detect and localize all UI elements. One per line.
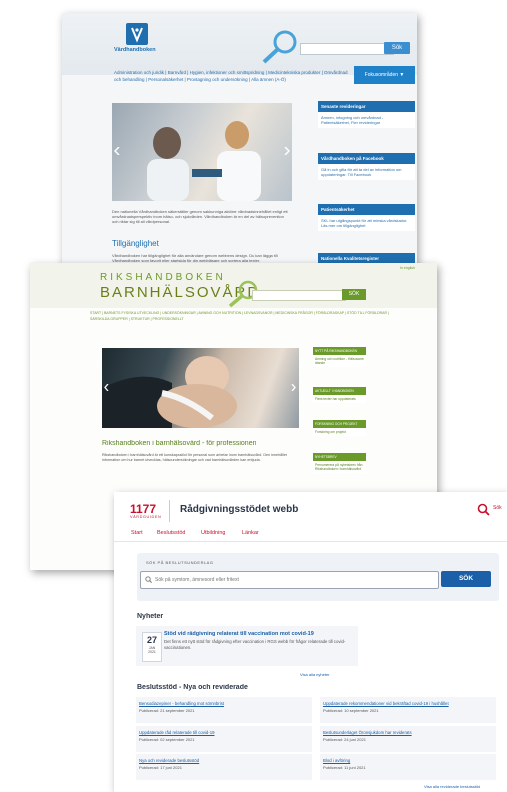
nav-divider (114, 541, 507, 542)
news-day: 27 (146, 635, 157, 645)
carousel-next-icon[interactable] (284, 147, 290, 155)
vardhandboken-logo[interactable] (126, 23, 148, 45)
news-description: Det finns ett nytt stöd för rådgivning e… (164, 639, 346, 650)
search-button[interactable]: Sök (384, 42, 410, 54)
vardhandboken-screenshot: Vårdhandboken Sök Administration och jur… (62, 13, 417, 303)
card-date: Publicerad: 11 juni 2021 (323, 765, 366, 770)
panel-text[interactable]: Ämnen, infogning och omvårdnad - Patient… (318, 112, 415, 128)
logo-divider (169, 500, 170, 522)
panel-text[interactable]: Forskning om projekt (313, 428, 366, 436)
decision-card[interactable]: Bensodiazepiner - behandling mot sömnbri… (136, 697, 312, 723)
panel-title: FORSKNING OCH PROJEKT (313, 420, 366, 428)
search-input[interactable]: Sök på symtom, ämnesord eller fritext (140, 571, 439, 589)
focus-areas-button[interactable]: Fokusområden ▼ (354, 66, 415, 84)
news-title[interactable]: Stöd vid rådgivning relaterat till vacci… (164, 631, 314, 637)
brand-top: RIKSHANDBOKEN (100, 272, 226, 283)
news-heading: Nyheter (137, 613, 164, 620)
panel-text[interactable]: Prenumerera på nyhetsbrev från Rikshandb… (313, 461, 366, 473)
search-label: SÖK PÅ BESLUTSUNDERLAG (146, 560, 214, 565)
decisions-heading: Beslutsstöd - Nya och reviderade (137, 684, 248, 691)
search-icon[interactable] (477, 503, 490, 516)
search-input[interactable] (252, 290, 346, 301)
search-icon (145, 576, 152, 583)
all-news-link[interactable]: Visa alla nyheter (300, 672, 330, 677)
panel-text[interactable]: Gå in och gilla för att ta del av inform… (318, 164, 415, 180)
news-year: 2021 (148, 650, 156, 654)
all-decisions-link[interactable]: Visa alla reviderade beslutsstöd (424, 784, 480, 789)
body-text: Vårdhandboken har tillgänglighet för all… (112, 253, 278, 264)
panel-title: Patientsäkerhet (318, 204, 415, 215)
card-title[interactable]: Uppdaterade rekommendationer vid bekräft… (323, 701, 449, 706)
decision-card[interactable]: Beslutsunderlaget Öronsjukdom har revide… (320, 726, 496, 752)
search-icon (262, 30, 297, 64)
search-button[interactable]: SÖK (441, 571, 491, 587)
page-heading: Rikshandboken i barnhälsovård - för prof… (102, 440, 257, 447)
decision-card[interactable]: Blod i avföring Publicerad: 11 juni 2021 (320, 754, 496, 780)
panel-title: Vårdhandboken på Facebook (318, 153, 415, 164)
card-title[interactable]: Bensodiazepiner - behandling mot sömnbri… (139, 701, 224, 706)
card-title[interactable]: Blod i avföring (323, 758, 350, 763)
decision-card[interactable]: Uppdaterade råd relaterade till covid-19… (136, 726, 312, 752)
nav-utbildning[interactable]: Utbildning (201, 530, 225, 536)
card-title[interactable]: Beslutsunderlaget Öronsjukdom har revide… (323, 730, 412, 735)
nav-start[interactable]: Start (131, 530, 143, 536)
card-date: Publicerad: 10 september 2021 (323, 708, 379, 713)
card-date: Publicerad: 21 september 2021 (139, 708, 195, 713)
radgivning-screenshot: 1177 VÅRDGUIDEN Rådgivningsstödet webb S… (114, 492, 507, 792)
hero-image (112, 103, 292, 201)
panel-current[interactable]: AKTUELLT I HANDBOKEN Flera texter har up… (313, 387, 366, 404)
panel-text[interactable]: Flera texter har uppdaterats (313, 395, 366, 403)
decision-card[interactable]: Uppdaterade rekommendationer vid bekräft… (320, 697, 496, 723)
body-text: Rikshandboken i barnhälsovård är ett kun… (102, 453, 288, 462)
search-link[interactable]: Sök (493, 505, 502, 511)
nav-lankar[interactable]: Länkar (242, 530, 259, 536)
main-nav[interactable]: Administration och juridik | Barnvård | … (114, 69, 349, 83)
accessibility-heading: Tillgänglighet (112, 239, 159, 248)
panel-research[interactable]: FORSKNING OCH PROJEKT Forskning om proje… (313, 420, 366, 437)
panel-newsletter[interactable]: NYHETSBREV Prenumerera på nyhetsbrev frå… (313, 453, 366, 474)
site-title: Rådgivningsstödet webb (180, 504, 299, 515)
panel-facebook[interactable]: Vårdhandboken på Facebook Gå in och gill… (318, 153, 415, 180)
carousel-prev-icon[interactable] (104, 384, 109, 391)
panel-text[interactable]: SKL har utgångspunkt för att minska vård… (318, 215, 415, 231)
news-date: 27 JAN 2021 (142, 632, 162, 662)
carousel-prev-icon[interactable] (114, 147, 120, 155)
card-title[interactable]: Nya och reviderade beslutsstöd (139, 758, 199, 763)
card-title[interactable]: Uppdaterade råd relaterade till covid-19 (139, 730, 214, 735)
panel-title: Senaste revideringar (318, 101, 415, 112)
card-date: Publicerad: 02 september 2021 (139, 737, 195, 742)
panel-title: NYHETSBREV (313, 453, 366, 461)
panel-title: AKTUELLT I HANDBOKEN (313, 387, 366, 395)
nav-beslutsstod[interactable]: Beslutsstöd (157, 530, 185, 536)
logo-text: Vårdhandboken (114, 47, 156, 53)
search-button[interactable]: SÖK (342, 289, 366, 300)
english-link[interactable]: In english (400, 266, 415, 270)
logo-1177[interactable]: 1177 (130, 502, 156, 516)
panel-latest-revisions[interactable]: Senaste revideringar Ämnen, infogning oc… (318, 101, 415, 128)
search-input[interactable] (300, 43, 394, 55)
card-date: Publicerad: 17 juni 2021 (139, 765, 182, 770)
hero-image (102, 348, 299, 428)
carousel-next-icon[interactable] (291, 384, 296, 391)
panel-patient-safety[interactable]: Patientsäkerhet SKL har utgångspunkt för… (318, 204, 415, 231)
panel-text[interactable]: Amning och nutrition - Hälsosamt ätande (313, 355, 366, 367)
panel-news[interactable]: NYTT PÅ RIKSHANDBOKEN Amning och nutriti… (313, 347, 366, 368)
search-placeholder: Sök på symtom, ämnesord eller fritext (155, 577, 239, 583)
card-date: Publicerad: 24 juni 2021 (323, 737, 366, 742)
intro-text: Den nationella Vårdhandboken säkerställe… (112, 209, 288, 225)
logo-vardguiden: VÅRDGUIDEN (130, 515, 162, 519)
panel-title: NYTT PÅ RIKSHANDBOKEN (313, 347, 366, 355)
decision-card[interactable]: Nya och reviderade beslutsstöd Publicera… (136, 754, 312, 780)
main-nav[interactable]: START | BARNETS FYSISKA UTVECKLING | UND… (90, 310, 390, 322)
